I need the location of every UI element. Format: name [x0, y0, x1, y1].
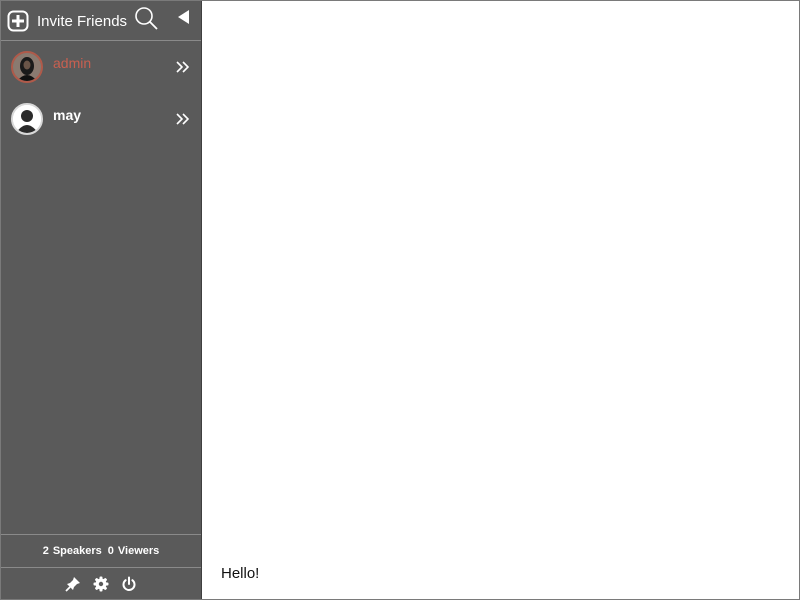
speakers-label: Speakers — [52, 545, 102, 557]
user-name: may — [53, 107, 82, 123]
user-row-may[interactable]: may — [1, 93, 201, 145]
user-list: admin may — [1, 41, 201, 145]
double-chevron-right-icon[interactable] — [175, 60, 191, 74]
viewers-count: 0 — [107, 545, 114, 557]
speakers-count: 2 — [42, 545, 49, 557]
pin-icon[interactable] — [65, 576, 81, 592]
double-chevron-right-icon[interactable] — [175, 112, 191, 126]
collapse-sidebar-icon[interactable] — [177, 9, 191, 25]
power-icon[interactable] — [121, 576, 137, 592]
invite-friends-button[interactable]: Invite Friends — [7, 9, 127, 33]
user-name: admin — [53, 55, 92, 71]
invite-friends-label: Invite Friends — [37, 12, 128, 30]
participant-stats: 2 Speakers 0 Viewers — [1, 534, 201, 568]
user-row-admin[interactable]: admin — [1, 41, 201, 93]
chat-message: Hello! — [221, 565, 260, 582]
avatar — [11, 103, 43, 135]
avatar — [11, 51, 43, 83]
plus-circle-icon — [7, 10, 29, 32]
chat-area: Hello! — [202, 1, 799, 599]
sidebar: Invite Friends admin may 2 Speakers 0 Vi… — [1, 1, 202, 599]
gear-icon[interactable] — [93, 576, 109, 592]
search-icon[interactable] — [134, 6, 159, 31]
viewers-label: Viewers — [117, 545, 160, 557]
sidebar-header: Invite Friends — [1, 1, 201, 41]
sidebar-footer — [1, 568, 201, 599]
app-window: Invite Friends admin may 2 Speakers 0 Vi… — [0, 0, 800, 600]
